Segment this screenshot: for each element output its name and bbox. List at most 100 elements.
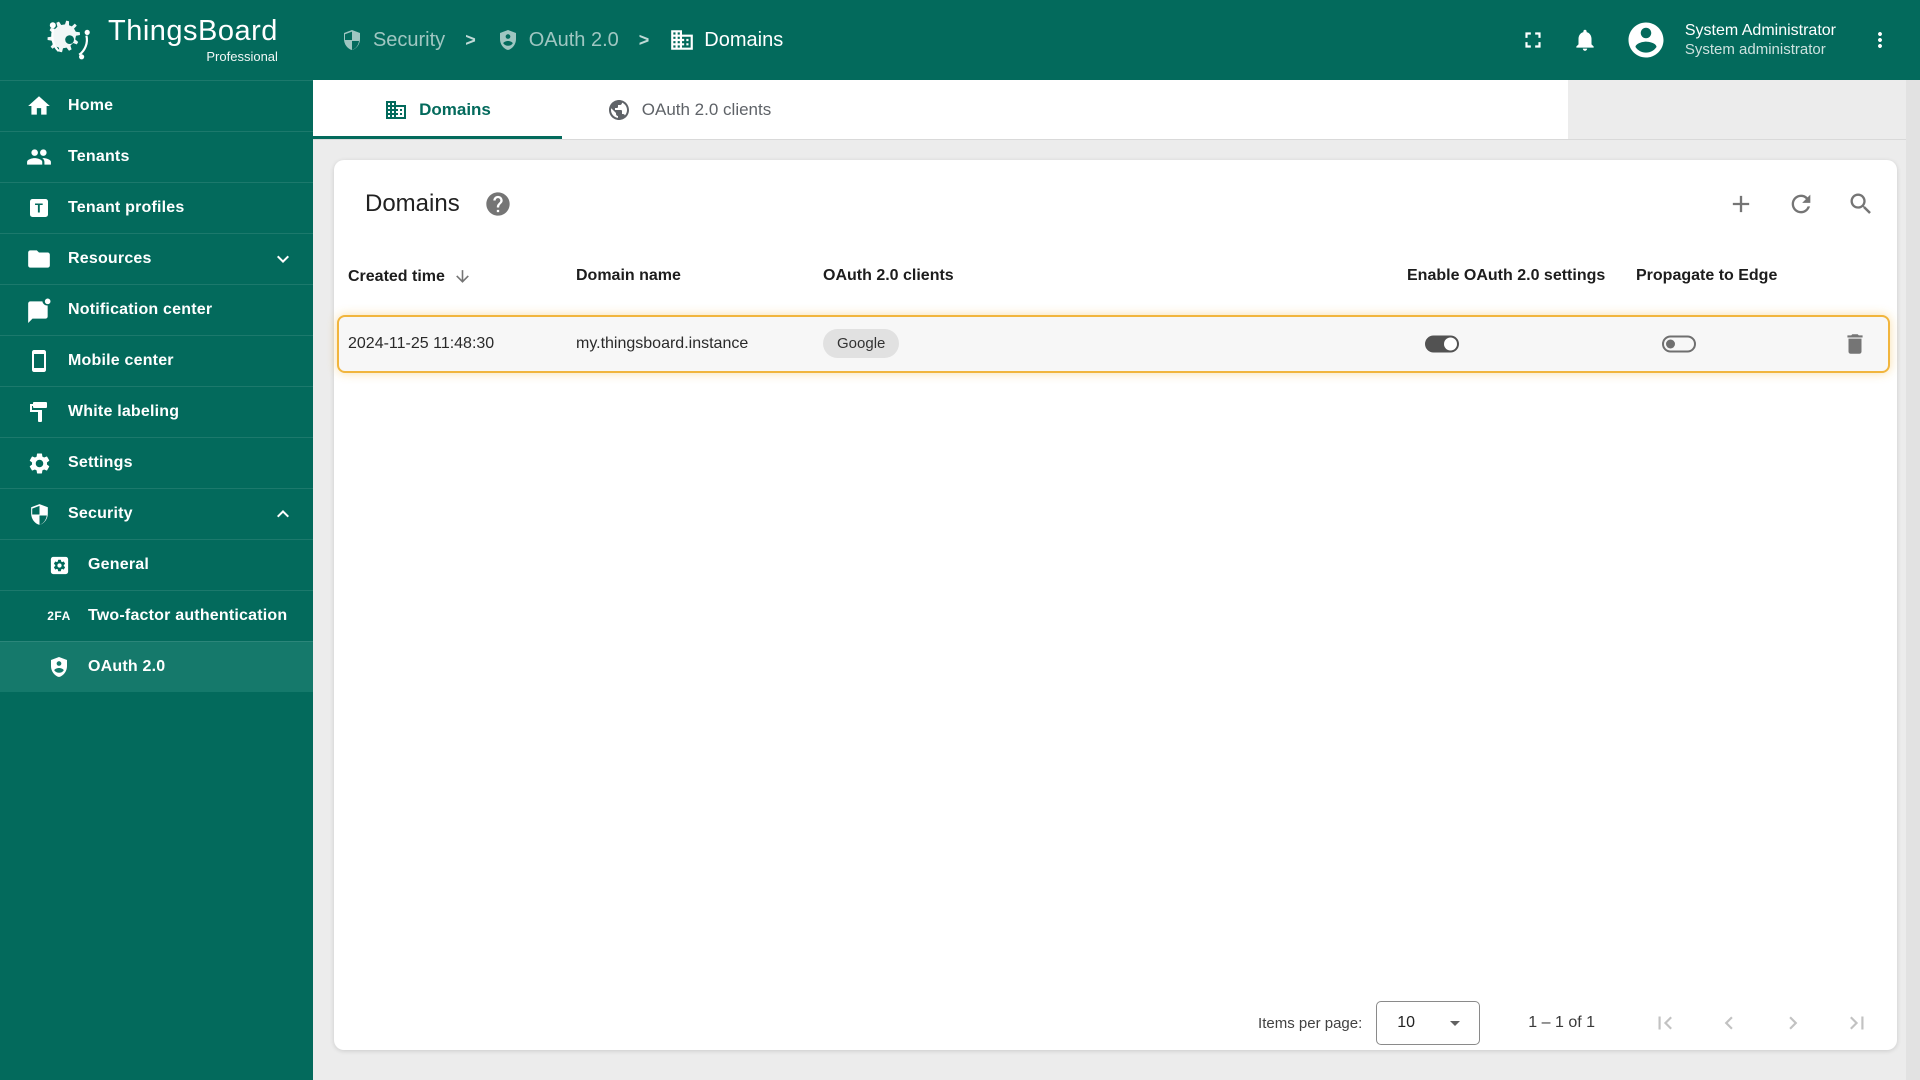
main-content: Domains OAuth 2.0 clients Domains Create… (313, 80, 1920, 1080)
tab-oauth-clients[interactable]: OAuth 2.0 clients (562, 80, 816, 139)
breadcrumb-separator: > (465, 29, 476, 50)
app-header: ThingsBoard Professional Security > OAut… (0, 0, 1920, 80)
last-page-button[interactable] (1833, 999, 1881, 1047)
notification-center-icon (26, 297, 52, 323)
help-icon (484, 190, 512, 218)
column-created-time[interactable]: Created time (348, 267, 472, 286)
sidebar-item-security-general[interactable]: General (0, 539, 313, 590)
brand-edition: Professional (206, 48, 278, 64)
tab-bar: Domains OAuth 2.0 clients (313, 80, 1568, 139)
breadcrumb-oauth[interactable]: OAuth 2.0 (496, 28, 619, 52)
refresh-button[interactable] (1779, 182, 1823, 226)
user-avatar[interactable] (1625, 19, 1667, 61)
table-header-row: Created time Domain name OAuth 2.0 clien… (334, 267, 1897, 291)
propagate-edge-toggle[interactable] (1662, 335, 1696, 353)
thingsboard-logo[interactable]: ThingsBoard Professional (46, 16, 278, 64)
bell-icon (1572, 27, 1598, 53)
first-page-button[interactable] (1641, 999, 1689, 1047)
column-domain-name[interactable]: Domain name (576, 267, 681, 285)
sidebar-item-oauth2[interactable]: OAuth 2.0 (0, 641, 313, 692)
shield-person-icon (46, 655, 72, 679)
tab-domains[interactable]: Domains (313, 80, 562, 139)
breadcrumb-security[interactable]: Security (340, 28, 445, 52)
column-enable-oauth: Enable OAuth 2.0 settings (1407, 267, 1606, 284)
next-page-button[interactable] (1769, 999, 1817, 1047)
scrollbar[interactable] (1906, 80, 1920, 1080)
tab-bar-divider (313, 139, 1920, 140)
breadcrumb-domains: Domains (669, 27, 783, 53)
thingsboard-logo-icon (46, 16, 94, 64)
user-menu-button[interactable] (1858, 18, 1902, 62)
user-role: System administrator (1684, 40, 1826, 58)
settings-applications-icon (46, 554, 72, 577)
paint-roller-icon (26, 400, 52, 424)
previous-page-button[interactable] (1705, 999, 1753, 1047)
shield-icon (26, 502, 52, 527)
delete-domain-button[interactable] (1833, 322, 1877, 366)
sidebar-item-settings[interactable]: Settings (0, 437, 313, 488)
domains-panel: Domains Created time Domain name OAuth 2… (334, 160, 1897, 1050)
paginator: Items per page: 10 1 – 1 of 1 (334, 995, 1881, 1051)
sidebar-item-notification-center[interactable]: Notification center (0, 284, 313, 335)
mobile-phone-icon (26, 349, 52, 373)
items-per-page-label: Items per page: (1258, 1014, 1363, 1032)
domain-icon (384, 98, 408, 122)
search-button[interactable] (1839, 182, 1883, 226)
plus-icon (1727, 190, 1755, 218)
user-info: System Administrator System administrato… (1685, 21, 1836, 60)
domain-icon (669, 27, 695, 53)
globe-icon (607, 98, 631, 122)
security-shield-icon (340, 28, 364, 52)
search-icon (1847, 190, 1875, 218)
chevron-down-icon (271, 247, 295, 271)
sidebar-item-home[interactable]: Home (0, 80, 313, 131)
column-oauth-clients: OAuth 2.0 clients (823, 267, 954, 284)
chevron-right-icon (1780, 1010, 1806, 1036)
breadcrumb-separator: > (638, 29, 650, 50)
sidebar-item-resources[interactable]: Resources (0, 233, 313, 284)
gear-icon (26, 451, 52, 476)
cell-created-time: 2024-11-25 11:48:30 (348, 335, 495, 352)
trash-icon (1842, 331, 1868, 357)
fullscreen-button[interactable] (1511, 18, 1555, 62)
brand-name: ThingsBoard (108, 14, 278, 47)
sidebar-item-mobile-center[interactable]: Mobile center (0, 335, 313, 386)
cell-oauth-clients: Google (823, 329, 900, 358)
sidebar-item-tenants[interactable]: Tenants (0, 131, 313, 182)
first-page-icon (1652, 1010, 1678, 1036)
chevron-left-icon (1716, 1010, 1742, 1036)
notifications-button[interactable] (1563, 18, 1607, 62)
help-button[interactable] (484, 190, 512, 218)
column-propagate-edge: Propagate to Edge (1636, 267, 1778, 284)
kebab-menu-icon (1868, 28, 1892, 52)
tenants-people-icon (26, 144, 52, 170)
page-title: Domains (365, 190, 460, 217)
two-factor-icon: 2FA (47, 609, 71, 623)
sidebar-item-tenant-profiles[interactable]: T Tenant profiles (0, 182, 313, 233)
cell-domain-name: my.thingsboard.instance (576, 335, 749, 352)
sidebar-item-white-labeling[interactable]: White labeling (0, 386, 313, 437)
chevron-up-icon (271, 502, 295, 526)
sidebar: Home Tenants T Tenant profiles Resources… (0, 80, 313, 1080)
dropdown-caret-icon (1443, 1011, 1467, 1035)
sort-desc-arrow-icon (453, 267, 472, 286)
client-chip-google: Google (823, 329, 900, 358)
svg-text:T: T (35, 201, 43, 216)
refresh-icon (1787, 190, 1815, 218)
last-page-icon (1844, 1010, 1870, 1036)
fullscreen-icon (1520, 27, 1546, 53)
enable-oauth-toggle[interactable] (1425, 335, 1459, 353)
user-name: System Administrator (1684, 21, 1836, 39)
breadcrumb: Security > OAuth 2.0 > Domains (340, 27, 783, 53)
home-icon (26, 93, 52, 119)
paginator-range: 1 – 1 of 1 (1528, 1014, 1595, 1031)
page-size-select[interactable]: 10 (1376, 1001, 1481, 1045)
sidebar-item-security[interactable]: Security (0, 488, 313, 539)
folder-icon (26, 246, 52, 272)
sidebar-item-two-factor-auth[interactable]: 2FA Two-factor authentication (0, 590, 313, 641)
tenant-profile-icon: T (26, 196, 52, 220)
shield-person-icon (496, 28, 520, 52)
table-row[interactable]: 2024-11-25 11:48:30 my.thingsboard.insta… (337, 315, 1890, 373)
add-domain-button[interactable] (1719, 182, 1763, 226)
page-size-value: 10 (1397, 1014, 1416, 1031)
